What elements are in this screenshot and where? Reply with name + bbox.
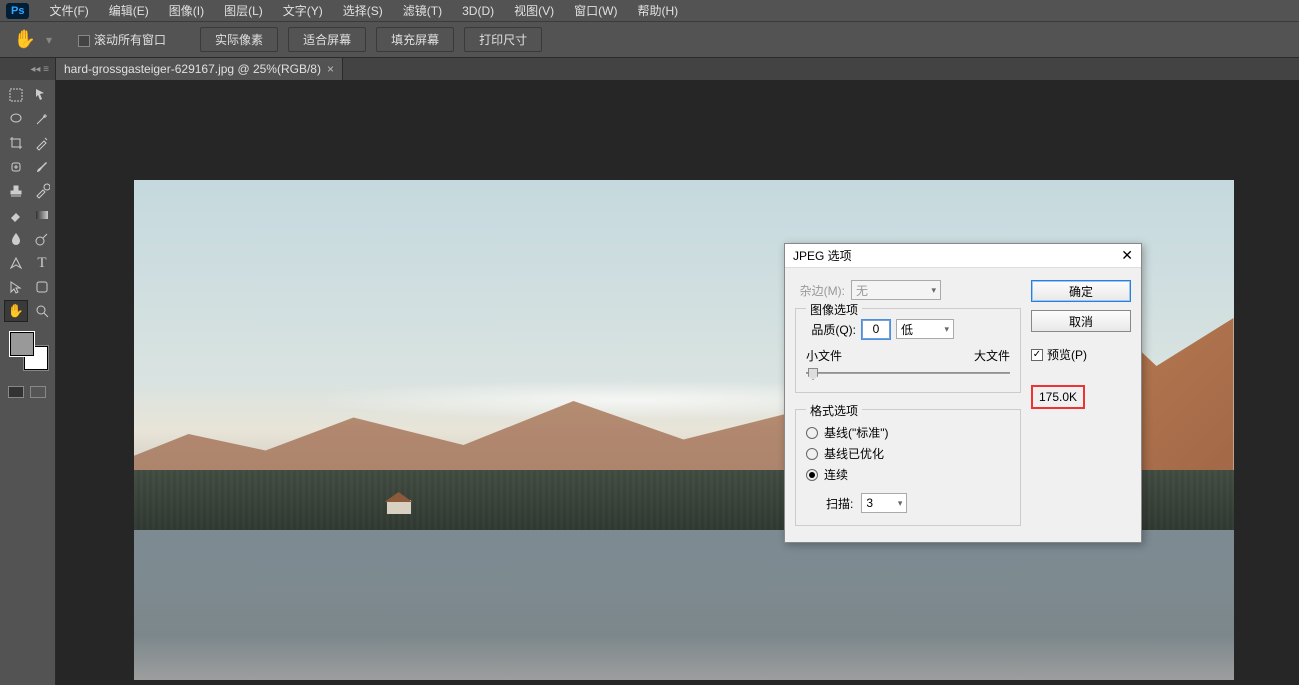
screenmode-icon[interactable]: [30, 386, 46, 398]
matte-label: 杂边(M):: [795, 282, 845, 299]
close-tab-icon[interactable]: ×: [327, 62, 334, 76]
format-options-fieldset: 格式选项 基线("标准") 基线已优化 连续 扫描: 3▾: [795, 409, 1021, 526]
fit-screen-button[interactable]: 适合屏幕: [288, 27, 366, 52]
radio-baseline[interactable]: 基线("标准"): [806, 424, 1010, 441]
dialog-titlebar[interactable]: JPEG 选项 ✕: [785, 244, 1141, 268]
menu-image[interactable]: 图像(I): [159, 0, 214, 21]
menu-select[interactable]: 选择(S): [333, 0, 393, 21]
dialog-title: JPEG 选项: [793, 247, 852, 264]
brush-tool-icon[interactable]: [30, 156, 54, 178]
print-size-button[interactable]: 打印尺寸: [464, 27, 542, 52]
scans-select[interactable]: 3▾: [861, 493, 907, 513]
small-file-label: 小文件: [806, 347, 842, 364]
menu-filter[interactable]: 滤镜(T): [393, 0, 452, 21]
hand-tool-icon-toolbox[interactable]: ✋: [4, 300, 28, 322]
slider-thumb[interactable]: [808, 368, 818, 380]
menu-3d[interactable]: 3D(D): [452, 2, 504, 20]
gradient-tool-icon[interactable]: [30, 204, 54, 226]
lasso-tool-icon[interactable]: [4, 108, 28, 130]
quality-label: 品质(Q):: [806, 321, 856, 338]
menu-bar: Ps 文件(F) 编辑(E) 图像(I) 图层(L) 文字(Y) 选择(S) 滤…: [0, 0, 1299, 22]
path-select-tool-icon[interactable]: [4, 276, 28, 298]
crop-tool-icon[interactable]: [4, 132, 28, 154]
color-swatches[interactable]: [10, 332, 50, 372]
filesize-value: 175.0K: [1031, 385, 1085, 409]
shape-tool-icon[interactable]: [30, 276, 54, 298]
document-tab-bar: ◂◂ ≡ hard-grossgasteiger-629167.jpg @ 25…: [0, 58, 1299, 80]
fill-screen-button[interactable]: 填充屏幕: [376, 27, 454, 52]
menu-layer[interactable]: 图层(L): [214, 0, 273, 21]
quickmask-icon[interactable]: [8, 386, 24, 398]
menu-type[interactable]: 文字(Y): [273, 0, 333, 21]
eyedropper-tool-icon[interactable]: [30, 132, 54, 154]
zoom-tool-icon[interactable]: [30, 300, 54, 322]
close-icon[interactable]: ✕: [1121, 247, 1133, 264]
dodge-tool-icon[interactable]: [30, 228, 54, 250]
eraser-tool-icon[interactable]: [4, 204, 28, 226]
stamp-tool-icon[interactable]: [4, 180, 28, 202]
panel-collapse-icon[interactable]: ◂◂ ≡: [0, 58, 56, 80]
scans-label: 扫描:: [826, 495, 853, 512]
radio-optimized[interactable]: 基线已优化: [806, 445, 1010, 462]
app-logo: Ps: [6, 3, 29, 19]
menu-view[interactable]: 视图(V): [504, 0, 564, 21]
format-options-legend: 格式选项: [806, 402, 862, 419]
matte-select: 无▾: [851, 280, 941, 300]
jpeg-options-dialog: JPEG 选项 ✕ 杂边(M): 无▾ 图像选项 品质(Q): 低▾: [784, 243, 1142, 543]
foreground-color[interactable]: [10, 332, 34, 356]
quality-preset-select[interactable]: 低▾: [896, 319, 954, 339]
healing-brush-tool-icon[interactable]: [4, 156, 28, 178]
image-options-legend: 图像选项: [806, 301, 862, 318]
scroll-all-windows-checkbox[interactable]: 滚动所有窗口: [78, 31, 166, 48]
menu-help[interactable]: 帮助(H): [627, 0, 688, 21]
quality-input[interactable]: [862, 320, 890, 339]
large-file-label: 大文件: [974, 347, 1010, 364]
move-tool-icon[interactable]: [30, 84, 54, 106]
document-title: hard-grossgasteiger-629167.jpg @ 25%(RGB…: [64, 62, 321, 76]
document-tab[interactable]: hard-grossgasteiger-629167.jpg @ 25%(RGB…: [56, 58, 343, 80]
image-options-fieldset: 图像选项 品质(Q): 低▾ 小文件 大文件: [795, 308, 1021, 393]
radio-progressive[interactable]: 连续: [806, 466, 1010, 483]
magic-wand-tool-icon[interactable]: [30, 108, 54, 130]
blur-tool-icon[interactable]: [4, 228, 28, 250]
history-brush-tool-icon[interactable]: [30, 180, 54, 202]
pen-tool-icon[interactable]: [4, 252, 28, 274]
toolbox: T ✋: [0, 80, 56, 685]
menu-file[interactable]: 文件(F): [39, 0, 98, 21]
preview-checkbox[interactable]: 预览(P): [1031, 346, 1131, 363]
cancel-button[interactable]: 取消: [1031, 310, 1131, 332]
actual-pixels-button[interactable]: 实际像素: [200, 27, 278, 52]
type-tool-icon[interactable]: T: [30, 252, 54, 274]
quality-slider[interactable]: [806, 366, 1010, 380]
menu-window[interactable]: 窗口(W): [564, 0, 627, 21]
hand-tool-icon[interactable]: ✋: [14, 29, 36, 51]
ok-button[interactable]: 确定: [1031, 280, 1131, 302]
options-bar: ✋ ▾ 滚动所有窗口 实际像素 适合屏幕 填充屏幕 打印尺寸: [0, 22, 1299, 58]
marquee-tool-icon[interactable]: [4, 84, 28, 106]
menu-edit[interactable]: 编辑(E): [99, 0, 159, 21]
